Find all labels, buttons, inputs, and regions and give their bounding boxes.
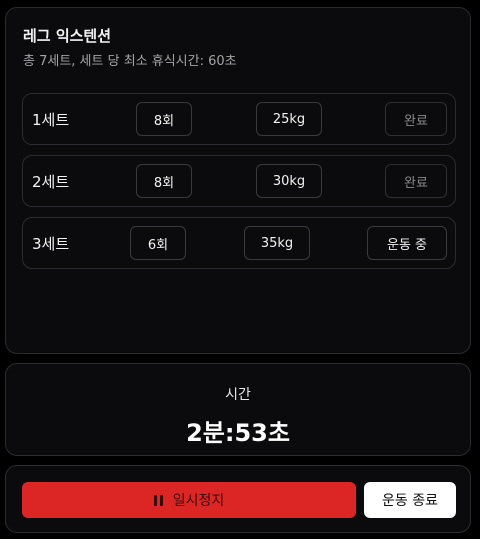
- set-label: 2세트: [32, 173, 70, 191]
- exercise-title: 레그 익스텐션: [23, 27, 112, 45]
- set-row-3: 3세트 6회 35kg 운동 중: [22, 217, 456, 269]
- end-workout-label: 운동 종료: [382, 493, 438, 509]
- set-status-button[interactable]: 운동 중: [367, 226, 447, 260]
- set-row-1: 1세트 8회 25kg 완료: [22, 93, 456, 145]
- weight-button[interactable]: 30kg: [256, 164, 322, 198]
- pause-button-label: 일시정지: [172, 493, 225, 509]
- reps-button[interactable]: 8회: [136, 164, 192, 198]
- controls-card: 일시정지 운동 종료: [5, 465, 471, 533]
- exercise-card: 레그 익스텐션 총 7세트, 세트 당 최소 휴식시간: 60초 1세트 8회 …: [5, 7, 471, 354]
- weight-button[interactable]: 25kg: [256, 102, 322, 136]
- set-status-button[interactable]: 완료: [385, 164, 447, 198]
- set-label: 1세트: [32, 111, 70, 129]
- set-status-button[interactable]: 완료: [385, 102, 447, 136]
- reps-button[interactable]: 8회: [136, 102, 192, 136]
- timer-card: 시간 2분:53초: [5, 363, 471, 456]
- exercise-subtitle: 총 7세트, 세트 당 최소 휴식시간: 60초: [23, 54, 237, 69]
- timer-value: 2분:53초: [186, 419, 290, 447]
- weight-button[interactable]: 35kg: [244, 226, 310, 260]
- reps-button[interactable]: 6회: [130, 226, 186, 260]
- timer-label: 시간: [225, 387, 251, 403]
- end-workout-button[interactable]: 운동 종료: [364, 482, 456, 518]
- set-row-2: 2세트 8회 30kg 완료: [22, 155, 456, 207]
- pause-icon: [153, 494, 163, 506]
- pause-button[interactable]: 일시정지: [22, 482, 356, 518]
- set-label: 3세트: [32, 235, 70, 253]
